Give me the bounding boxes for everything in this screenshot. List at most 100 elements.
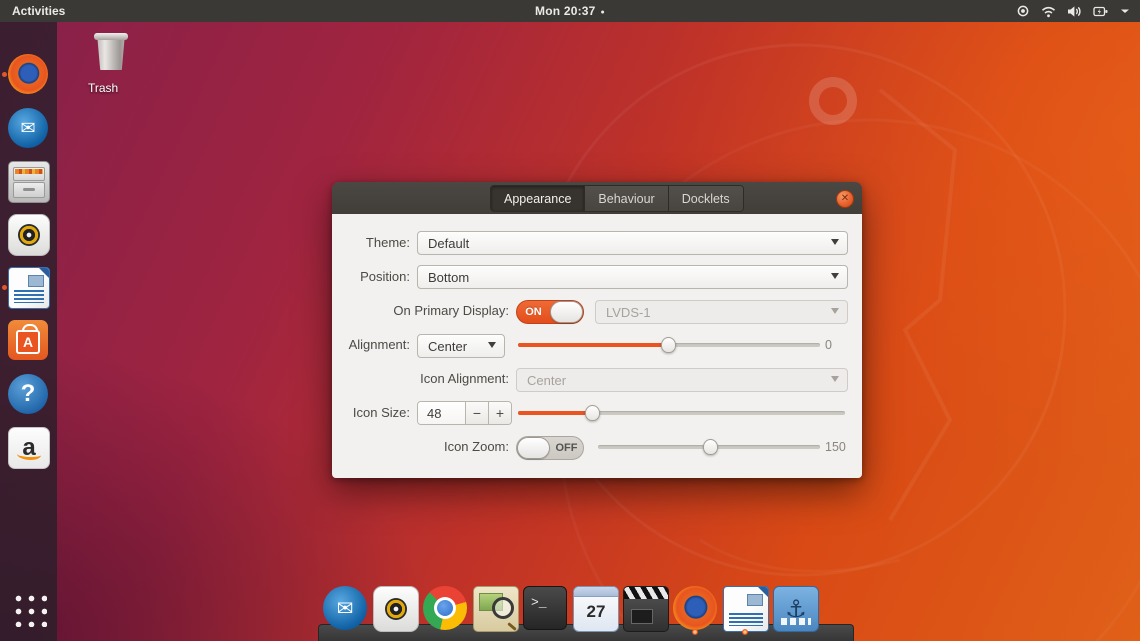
page-fold — [757, 586, 769, 598]
icon-zoom-toggle[interactable]: OFF — [516, 436, 584, 460]
launcher-item-libreoffice-writer[interactable] — [8, 267, 50, 309]
desktop: Activities Mon 20:37● ✉ — [0, 0, 1140, 641]
dock-item-firefox[interactable] — [673, 586, 717, 630]
dock-item-calendar[interactable]: 27 — [573, 586, 619, 632]
icon-size-spinner: 48 − + — [417, 401, 512, 425]
dropdown-arrow-icon — [488, 342, 496, 348]
monitor-value: LVDS-1 — [606, 305, 651, 320]
theme-dropdown[interactable]: Default — [417, 231, 848, 255]
position-label: Position: — [332, 265, 410, 289]
alignment-value: Center — [428, 339, 467, 354]
question-mark-icon: ? — [21, 380, 36, 408]
launcher-item-thunderbird[interactable]: ✉ — [8, 108, 48, 148]
speaker-icon — [18, 224, 40, 246]
top-panel: Activities Mon 20:37● — [0, 0, 1140, 22]
dock-item-libreoffice-writer[interactable] — [723, 586, 769, 632]
icon-zoom-slider[interactable] — [598, 435, 820, 459]
trash-can — [96, 36, 126, 70]
alignment-slider-value: 0 — [825, 333, 832, 357]
icon-size-decrease-button[interactable]: − — [465, 402, 488, 424]
icon-size-label: Icon Size: — [332, 401, 410, 425]
launcher-item-firefox[interactable] — [8, 54, 48, 94]
launcher-item-help[interactable]: ? — [8, 374, 48, 414]
icon-zoom-slider-value: 150 — [825, 435, 846, 459]
slider-fill — [518, 411, 593, 415]
launcher-item-file-cabinet[interactable] — [8, 161, 50, 203]
magnifier-icon — [492, 597, 514, 619]
dropdown-arrow-icon — [831, 239, 839, 245]
icon-size-slider[interactable] — [518, 401, 845, 425]
dock-running-indicator-firefox — [692, 629, 698, 635]
chrome-center — [437, 600, 453, 616]
dropdown-arrow-icon — [831, 308, 839, 314]
document-text-lines — [729, 613, 763, 626]
running-indicator-firefox — [2, 72, 7, 77]
video-screen — [631, 609, 653, 624]
tab-docklets[interactable]: Docklets — [669, 186, 743, 211]
position-value: Bottom — [428, 270, 469, 285]
icon-alignment-label: Icon Alignment: — [332, 367, 509, 391]
icon-alignment-value: Center — [527, 373, 566, 388]
trash-rim — [94, 33, 128, 40]
toggle-knob[interactable] — [550, 301, 583, 323]
running-indicator-writer — [2, 285, 7, 290]
shopping-bag-icon: A — [16, 330, 40, 354]
monitor-dropdown: LVDS-1 — [595, 300, 848, 324]
terminal-prompt-icon: >_ — [531, 595, 547, 610]
slider-knob[interactable] — [703, 439, 718, 455]
clock-menu[interactable]: Mon 20:37 ● — [0, 4, 1140, 18]
primary-display-toggle[interactable]: ON — [516, 300, 584, 324]
launcher-item-rhythmbox[interactable] — [8, 214, 50, 256]
dock-item-chrome[interactable] — [423, 586, 467, 630]
launcher-panel: ✉ A ? a — [0, 22, 57, 641]
icon-alignment-dropdown: Center — [516, 368, 848, 392]
launcher-item-amazon[interactable]: a — [8, 427, 50, 469]
window-titlebar[interactable]: Appearance Behaviour Docklets ✕ — [332, 182, 862, 215]
icon-size-value[interactable]: 48 — [418, 402, 465, 424]
icon-size-increase-button[interactable]: + — [488, 402, 511, 424]
trash-label: Trash — [88, 76, 118, 100]
dock-item-video-editor[interactable] — [623, 586, 669, 632]
trash-icon[interactable]: Trash — [88, 33, 134, 70]
alignment-slider[interactable] — [518, 333, 820, 357]
cabinet-files — [15, 169, 43, 174]
close-button[interactable]: ✕ — [836, 190, 854, 208]
speaker-icon — [385, 598, 407, 620]
calendar-day: 27 — [587, 602, 606, 622]
notification-dot: ● — [601, 9, 605, 16]
tab-behaviour[interactable]: Behaviour — [585, 186, 668, 211]
dock-item-terminal[interactable]: >_ — [523, 586, 567, 630]
alignment-label: Alignment: — [332, 333, 410, 357]
toggle-on-label: ON — [517, 306, 550, 318]
show-applications-button[interactable] — [11, 591, 47, 627]
slider-fill — [518, 343, 669, 347]
magnifier-handle — [507, 622, 517, 631]
position-dropdown[interactable]: Bottom — [417, 265, 848, 289]
dialog-body: Theme: Default Position: Bottom On Prima… — [332, 214, 862, 478]
dock-item-plank[interactable]: ⚓ — [773, 586, 819, 632]
theme-label: Theme: — [332, 231, 410, 255]
dock-item-thunderbird[interactable]: ✉ — [323, 586, 367, 630]
launcher-item-ubuntu-software[interactable]: A — [8, 320, 48, 360]
dock-squares — [781, 618, 811, 625]
cabinet-handle — [23, 188, 35, 191]
alignment-dropdown[interactable]: Center — [417, 334, 505, 358]
slider-knob[interactable] — [661, 337, 676, 353]
icon-zoom-label: Icon Zoom: — [332, 435, 509, 459]
plank-preferences-window: Appearance Behaviour Docklets ✕ Theme: D… — [332, 182, 862, 478]
theme-value: Default — [428, 236, 469, 251]
envelope-icon: ✉ — [337, 596, 354, 621]
toggle-off-label: OFF — [550, 442, 583, 454]
dock-item-rhythmbox[interactable] — [373, 586, 419, 632]
document-text-lines — [14, 290, 44, 303]
toggle-knob[interactable] — [517, 437, 550, 459]
dock-running-indicator-writer — [742, 629, 748, 635]
dock-item-screenshot-tool[interactable] — [473, 586, 519, 632]
slider-knob[interactable] — [585, 405, 600, 421]
tab-appearance[interactable]: Appearance — [491, 186, 585, 211]
calendar-header — [574, 587, 618, 597]
dropdown-arrow-icon — [831, 376, 839, 382]
primary-display-label: On Primary Display: — [332, 299, 509, 323]
clock-label: Mon 20:37 — [535, 4, 595, 18]
clapperboard-stripes — [624, 587, 668, 599]
